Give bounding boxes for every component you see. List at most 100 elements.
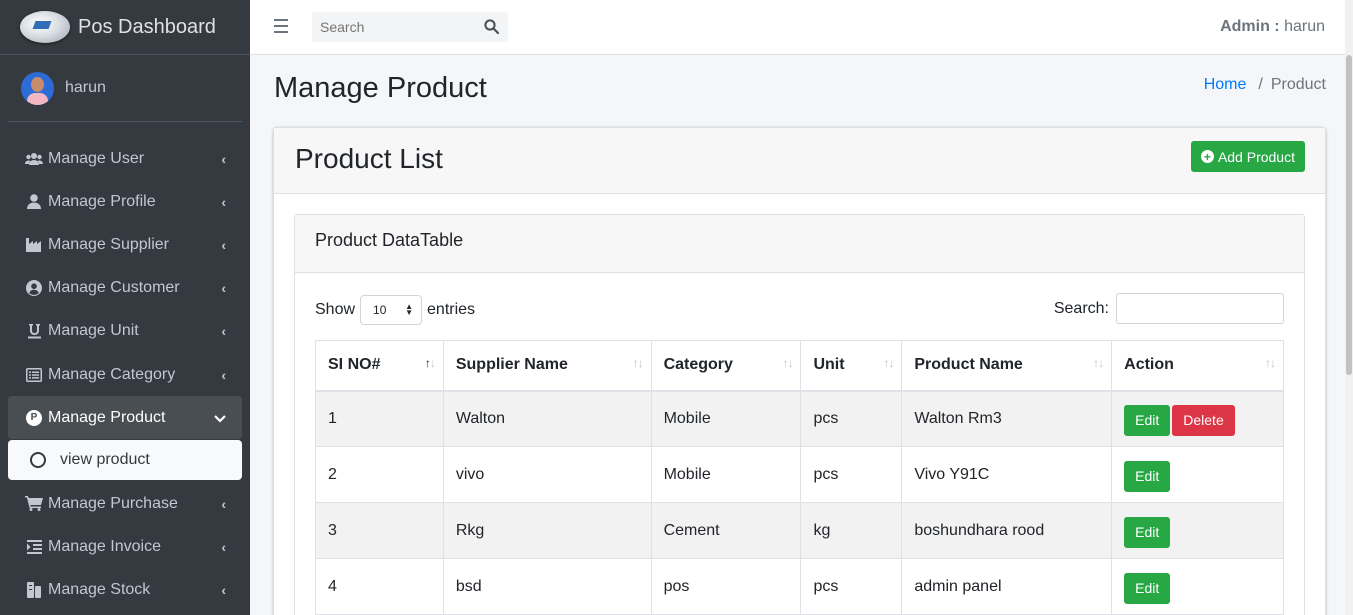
chevron-left-icon: ‹ [221,236,226,253]
cell-si: 4 [315,558,444,615]
avatar[interactable] [21,71,54,105]
sort-ascending-icon: ↑↓ [424,356,436,370]
cell-actions: Edit [1111,558,1284,615]
sidebar-item-manage-purchase[interactable]: Manage Purchase ‹ [8,482,242,525]
cell-si: 3 [315,502,444,559]
column-header-product-name[interactable]: Product Name ↑↓ [901,340,1113,392]
admin-prefix: Admin : [1220,18,1280,35]
navbar-search [312,12,508,42]
cell-unit: pcs [800,558,903,615]
content-header: Manage Product Home / Product [274,72,1326,105]
sidebar-subitem-view-product[interactable]: view product [8,440,242,481]
datatable-search-input[interactable] [1116,293,1284,324]
sort-icon: ↑↓ [883,356,894,370]
sidebar-item-label: Manage Customer [48,279,180,297]
admin-name: harun [1284,18,1325,35]
cell-category: Cement [650,502,802,559]
cell-product: Vivo Y91C [901,446,1113,503]
sidebar-item-manage-product[interactable]: P Manage Product [8,396,242,440]
add-product-label: Add Product [1217,148,1295,165]
sidebar-item-manage-unit[interactable]: Manage Unit ‹ [8,310,242,353]
column-header-unit[interactable]: Unit ↑↓ [800,340,903,392]
boxes-icon [24,582,44,599]
cell-supplier: Walton [442,390,652,447]
edit-button[interactable]: Edit [1124,516,1171,548]
table-row: 3 Rkg Cement kg boshundhara rood Edit [315,502,1284,559]
search-input[interactable] [312,12,472,42]
sidebar-item-manage-profile[interactable]: Manage Profile ‹ [8,180,242,223]
sidebar-item-label: Manage User [48,149,145,167]
sidebar-item-manage-supplier[interactable]: Manage Supplier ‹ [8,223,242,266]
product-badge-icon: P [24,409,44,426]
column-header-action[interactable]: Action ↑↓ [1111,340,1284,392]
sidebar-nav: Manage User ‹ Manage Profile ‹ Manage Su… [0,137,250,612]
sidebar-item-manage-user[interactable]: Manage User ‹ [8,137,242,180]
underline-icon [24,323,44,339]
chevron-left-icon: ‹ [221,193,226,210]
chevron-left-icon: ‹ [221,280,226,297]
chevron-left-icon: ‹ [221,495,226,512]
cell-product: boshundhara rood [901,502,1113,559]
user-name[interactable]: harun [65,79,106,97]
scrollbar-thumb[interactable] [1346,55,1352,375]
cart-icon [24,496,44,512]
top-navbar: Admin : harun [250,0,1353,55]
card-title: Product List [295,143,443,174]
page-title: Manage Product [274,72,487,104]
sidebar-item-manage-category[interactable]: Manage Category ‹ [8,353,242,396]
datatable-card: Product DataTable Show 10 ▲ ▼ entries Sea… [294,214,1305,615]
cell-si: 2 [315,446,444,503]
edit-button[interactable]: Edit [1124,460,1171,492]
sidebar: Pos Dashboard harun Manage User ‹ Manage… [0,0,250,615]
chevron-left-icon: ‹ [221,366,226,383]
sidebar-item-label: Manage Profile [48,192,156,210]
cell-product: Walton Rm3 [901,390,1113,447]
sidebar-item-label: Manage Supplier [48,235,169,253]
column-header-category[interactable]: Category ↑↓ [650,340,802,392]
sidebar-item-manage-invoice[interactable]: Manage Invoice ‹ [8,526,242,569]
page-scrollbar[interactable] [1345,0,1353,615]
select-arrows-icon: ▲ ▼ [405,302,414,317]
users-icon [24,152,44,166]
sidebar-item-label: Manage Stock [48,581,151,599]
sidebar-item-manage-customer[interactable]: Manage Customer ‹ [8,267,242,310]
column-header-supplier-name[interactable]: Supplier Name ↑↓ [442,340,652,392]
delete-button[interactable]: Delete [1172,404,1235,436]
cell-supplier: Rkg [442,502,652,559]
cell-unit: pcs [800,390,903,447]
brand-logo [20,11,70,43]
cell-actions: Edit [1111,502,1284,559]
breadcrumb-home-link[interactable]: Home [1204,76,1247,93]
datatable-search-label: Search: [1053,299,1109,317]
entries-select[interactable]: 10 ▲ ▼ [360,295,423,325]
plus-circle-icon: + [1200,150,1214,163]
chevron-left-icon: ‹ [221,323,226,340]
cell-category: Mobile [650,390,802,447]
sidebar-item-label: Manage Purchase [48,494,178,512]
entries-select-value: 10 [373,303,387,317]
breadcrumb: Home / Product [1204,76,1326,94]
chevron-left-icon: ‹ [221,582,226,599]
table-header-row: SI NO# ↑↓ Supplier Name ↑↓ Category ↑↓ Unit… [315,340,1284,392]
table-row: 4 bsd pos pcs admin panel Edit [315,558,1284,615]
add-product-button[interactable]: + Add Product [1190,141,1305,172]
sidebar-item-label: Manage Unit [48,322,139,340]
show-label: Show [315,301,356,318]
edit-button[interactable]: Edit [1124,572,1171,604]
entries-label: entries [427,301,476,318]
search-icon[interactable] [484,19,500,35]
sidebar-subitem-label: view product [60,451,150,469]
breadcrumb-current: Product [1270,76,1326,93]
cell-unit: pcs [800,446,903,503]
table-row: 2 vivo Mobile pcs Vivo Y91C Edit [315,446,1284,503]
hamburger-menu-icon[interactable] [274,19,288,33]
cell-unit: kg [800,502,903,559]
brand-link[interactable]: Pos Dashboard [0,0,250,55]
sidebar-item-label: Manage Category [48,365,176,383]
user-icon [24,194,44,210]
column-header-si-no[interactable]: SI NO# ↑↓ [315,340,444,392]
cell-actions: Edit Delete [1111,390,1284,447]
edit-button[interactable]: Edit [1124,404,1171,436]
sidebar-item-manage-stock[interactable]: Manage Stock ‹ [8,569,242,612]
sort-icon: ↑↓ [1093,356,1104,370]
